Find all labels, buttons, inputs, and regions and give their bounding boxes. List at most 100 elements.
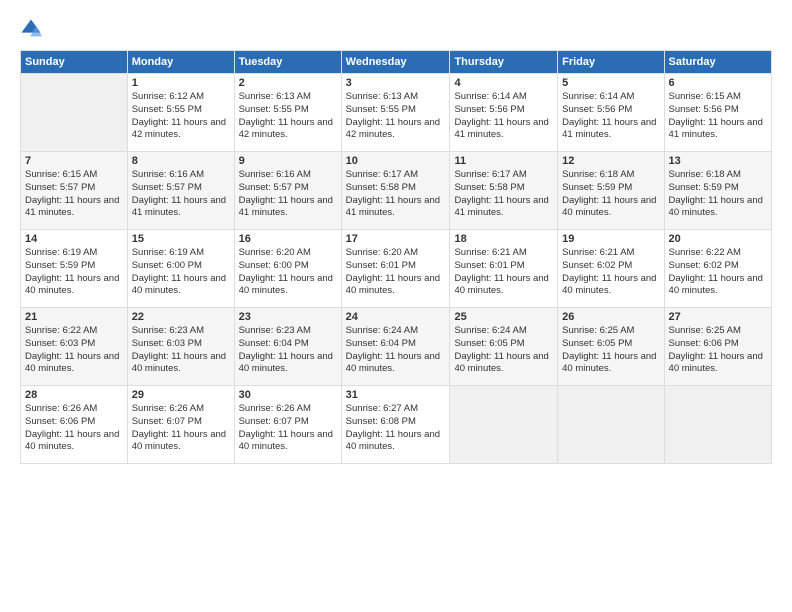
day-number: 20 — [669, 233, 767, 245]
day-number: 2 — [239, 77, 337, 89]
cell-content: Sunrise: 6:14 AM Sunset: 5:56 PM Dayligh… — [562, 91, 659, 142]
sunrise-label: Sunrise: 6:26 AM — [132, 403, 204, 414]
day-number: 31 — [346, 389, 446, 401]
sunrise-label: Sunrise: 6:18 AM — [562, 169, 634, 180]
calendar-cell — [558, 386, 664, 464]
sunrise-label: Sunrise: 6:23 AM — [132, 325, 204, 336]
calendar-cell: 25 Sunrise: 6:24 AM Sunset: 6:05 PM Dayl… — [450, 308, 558, 386]
daylight-label: Daylight: 11 hours and 42 minutes. — [239, 117, 333, 141]
cell-content: Sunrise: 6:17 AM Sunset: 5:58 PM Dayligh… — [346, 169, 446, 220]
page: SundayMondayTuesdayWednesdayThursdayFrid… — [0, 0, 792, 612]
sunrise-label: Sunrise: 6:27 AM — [346, 403, 418, 414]
day-header-wednesday: Wednesday — [341, 51, 450, 74]
sunset-label: Sunset: 6:08 PM — [346, 416, 416, 427]
day-number: 25 — [454, 311, 553, 323]
daylight-label: Daylight: 11 hours and 40 minutes. — [239, 351, 333, 375]
sunrise-label: Sunrise: 6:26 AM — [25, 403, 97, 414]
sunset-label: Sunset: 6:00 PM — [239, 260, 309, 271]
calendar-cell: 11 Sunrise: 6:17 AM Sunset: 5:58 PM Dayl… — [450, 152, 558, 230]
day-number: 18 — [454, 233, 553, 245]
sunrise-label: Sunrise: 6:23 AM — [239, 325, 311, 336]
cell-content: Sunrise: 6:17 AM Sunset: 5:58 PM Dayligh… — [454, 169, 553, 220]
day-number: 22 — [132, 311, 230, 323]
cell-content: Sunrise: 6:25 AM Sunset: 6:05 PM Dayligh… — [562, 325, 659, 376]
cell-content: Sunrise: 6:27 AM Sunset: 6:08 PM Dayligh… — [346, 403, 446, 454]
day-number: 5 — [562, 77, 659, 89]
cell-content: Sunrise: 6:13 AM Sunset: 5:55 PM Dayligh… — [239, 91, 337, 142]
cell-content: Sunrise: 6:15 AM Sunset: 5:56 PM Dayligh… — [669, 91, 767, 142]
day-number: 27 — [669, 311, 767, 323]
sunset-label: Sunset: 5:56 PM — [669, 104, 739, 115]
daylight-label: Daylight: 11 hours and 40 minutes. — [454, 351, 548, 375]
cell-content: Sunrise: 6:22 AM Sunset: 6:02 PM Dayligh… — [669, 247, 767, 298]
day-number: 1 — [132, 77, 230, 89]
calendar-header-row: SundayMondayTuesdayWednesdayThursdayFrid… — [21, 51, 772, 74]
cell-content: Sunrise: 6:24 AM Sunset: 6:04 PM Dayligh… — [346, 325, 446, 376]
sunrise-label: Sunrise: 6:24 AM — [346, 325, 418, 336]
sunrise-label: Sunrise: 6:15 AM — [669, 91, 741, 102]
daylight-label: Daylight: 11 hours and 40 minutes. — [25, 429, 119, 453]
calendar-cell: 12 Sunrise: 6:18 AM Sunset: 5:59 PM Dayl… — [558, 152, 664, 230]
cell-content: Sunrise: 6:21 AM Sunset: 6:02 PM Dayligh… — [562, 247, 659, 298]
daylight-label: Daylight: 11 hours and 40 minutes. — [239, 429, 333, 453]
calendar-cell: 9 Sunrise: 6:16 AM Sunset: 5:57 PM Dayli… — [234, 152, 341, 230]
daylight-label: Daylight: 11 hours and 40 minutes. — [669, 273, 763, 297]
daylight-label: Daylight: 11 hours and 41 minutes. — [669, 117, 763, 141]
day-header-thursday: Thursday — [450, 51, 558, 74]
sunset-label: Sunset: 6:05 PM — [562, 338, 632, 349]
day-number: 14 — [25, 233, 123, 245]
daylight-label: Daylight: 11 hours and 40 minutes. — [25, 351, 119, 375]
day-number: 24 — [346, 311, 446, 323]
day-header-friday: Friday — [558, 51, 664, 74]
sunrise-label: Sunrise: 6:18 AM — [669, 169, 741, 180]
calendar-cell: 14 Sunrise: 6:19 AM Sunset: 5:59 PM Dayl… — [21, 230, 128, 308]
day-number: 28 — [25, 389, 123, 401]
day-number: 6 — [669, 77, 767, 89]
daylight-label: Daylight: 11 hours and 42 minutes. — [132, 117, 226, 141]
day-number: 29 — [132, 389, 230, 401]
sunset-label: Sunset: 5:58 PM — [454, 182, 524, 193]
sunrise-label: Sunrise: 6:21 AM — [454, 247, 526, 258]
calendar-cell: 24 Sunrise: 6:24 AM Sunset: 6:04 PM Dayl… — [341, 308, 450, 386]
daylight-label: Daylight: 11 hours and 42 minutes. — [346, 117, 440, 141]
cell-content: Sunrise: 6:14 AM Sunset: 5:56 PM Dayligh… — [454, 91, 553, 142]
calendar-cell: 22 Sunrise: 6:23 AM Sunset: 6:03 PM Dayl… — [127, 308, 234, 386]
calendar-cell: 8 Sunrise: 6:16 AM Sunset: 5:57 PM Dayli… — [127, 152, 234, 230]
day-header-sunday: Sunday — [21, 51, 128, 74]
cell-content: Sunrise: 6:24 AM Sunset: 6:05 PM Dayligh… — [454, 325, 553, 376]
day-number: 11 — [454, 155, 553, 167]
calendar-cell — [21, 74, 128, 152]
day-number: 17 — [346, 233, 446, 245]
sunrise-label: Sunrise: 6:20 AM — [239, 247, 311, 258]
sunset-label: Sunset: 6:01 PM — [454, 260, 524, 271]
sunrise-label: Sunrise: 6:14 AM — [454, 91, 526, 102]
sunrise-label: Sunrise: 6:25 AM — [669, 325, 741, 336]
calendar-cell: 1 Sunrise: 6:12 AM Sunset: 5:55 PM Dayli… — [127, 74, 234, 152]
calendar-cell: 3 Sunrise: 6:13 AM Sunset: 5:55 PM Dayli… — [341, 74, 450, 152]
sunset-label: Sunset: 5:55 PM — [239, 104, 309, 115]
day-number: 8 — [132, 155, 230, 167]
sunset-label: Sunset: 6:02 PM — [669, 260, 739, 271]
cell-content: Sunrise: 6:20 AM Sunset: 6:00 PM Dayligh… — [239, 247, 337, 298]
day-number: 10 — [346, 155, 446, 167]
calendar-week-4: 21 Sunrise: 6:22 AM Sunset: 6:03 PM Dayl… — [21, 308, 772, 386]
daylight-label: Daylight: 11 hours and 40 minutes. — [562, 351, 656, 375]
sunset-label: Sunset: 5:56 PM — [562, 104, 632, 115]
cell-content: Sunrise: 6:23 AM Sunset: 6:03 PM Dayligh… — [132, 325, 230, 376]
daylight-label: Daylight: 11 hours and 40 minutes. — [132, 429, 226, 453]
sunset-label: Sunset: 6:01 PM — [346, 260, 416, 271]
sunset-label: Sunset: 5:59 PM — [562, 182, 632, 193]
day-number: 23 — [239, 311, 337, 323]
calendar-cell: 7 Sunrise: 6:15 AM Sunset: 5:57 PM Dayli… — [21, 152, 128, 230]
calendar-cell: 30 Sunrise: 6:26 AM Sunset: 6:07 PM Dayl… — [234, 386, 341, 464]
calendar-cell: 10 Sunrise: 6:17 AM Sunset: 5:58 PM Dayl… — [341, 152, 450, 230]
calendar-cell: 31 Sunrise: 6:27 AM Sunset: 6:08 PM Dayl… — [341, 386, 450, 464]
sunrise-label: Sunrise: 6:21 AM — [562, 247, 634, 258]
day-header-tuesday: Tuesday — [234, 51, 341, 74]
sunset-label: Sunset: 5:55 PM — [132, 104, 202, 115]
day-number: 26 — [562, 311, 659, 323]
day-number: 15 — [132, 233, 230, 245]
daylight-label: Daylight: 11 hours and 40 minutes. — [346, 429, 440, 453]
sunset-label: Sunset: 5:57 PM — [25, 182, 95, 193]
day-number: 9 — [239, 155, 337, 167]
